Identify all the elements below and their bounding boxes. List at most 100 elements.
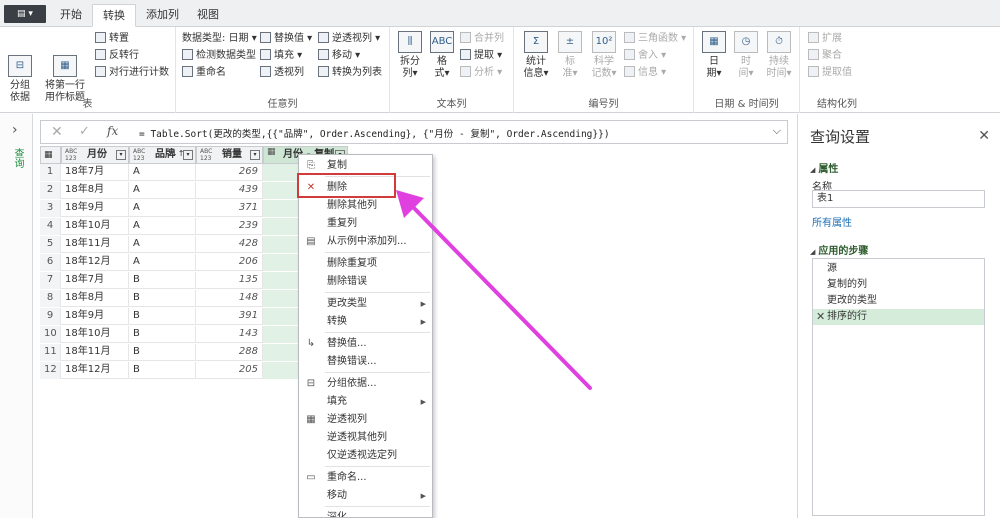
format-button[interactable]: ABC 格 式▾ [428, 31, 456, 80]
sales-cell[interactable]: 206 [196, 254, 263, 271]
brand-cell[interactable]: B [129, 272, 196, 289]
sales-cell[interactable]: 371 [196, 200, 263, 217]
reverse-rows-button[interactable]: 反转行 [95, 48, 139, 64]
move-button[interactable]: 移动 ▾ [318, 48, 360, 64]
queries-vertical-label[interactable]: 查询 [10, 148, 25, 168]
statistics-button[interactable]: Σ 统计 信息▾ [520, 31, 552, 80]
replace-values-button[interactable]: 替换值 ▾ [260, 31, 312, 47]
filter-dropdown-icon[interactable]: ▾ [116, 150, 126, 160]
unpivot-button[interactable]: 逆透视列 ▾ [318, 31, 380, 47]
brand-cell[interactable]: B [129, 308, 196, 325]
month-cell[interactable]: 18年9月 [61, 200, 129, 217]
menu-item-add-column-from-examples[interactable]: ▤ 从示例中添加列... [299, 233, 432, 251]
menu-item-remove-duplicates[interactable]: 删除重复项 [299, 255, 432, 273]
close-icon[interactable]: ✕ [978, 128, 990, 144]
brand-cell[interactable]: A [129, 164, 196, 181]
brand-cell[interactable]: A [129, 218, 196, 235]
sales-cell[interactable]: 135 [196, 272, 263, 289]
data-type-dropdown[interactable]: 数据类型: 日期 ▾ [182, 31, 257, 47]
month-cell[interactable]: 18年9月 [61, 308, 129, 325]
menu-item-move[interactable]: 移动 ▶ [299, 487, 432, 505]
menu-item-drill-down[interactable]: 深化 [299, 509, 432, 517]
month-cell[interactable]: 18年8月 [61, 182, 129, 199]
month-cell[interactable]: 18年10月 [61, 326, 129, 343]
month-cell[interactable]: 18年11月 [61, 236, 129, 253]
sales-cell[interactable]: 143 [196, 326, 263, 343]
aggregate-button[interactable]: 聚合 [808, 48, 842, 64]
menu-item-remove-other-columns[interactable]: 删除其他列 [299, 197, 432, 215]
month-cell[interactable]: 18年12月 [61, 362, 129, 379]
rename-button[interactable]: 重命名 [182, 65, 226, 81]
sales-cell[interactable]: 439 [196, 182, 263, 199]
brand-cell[interactable]: A [129, 182, 196, 199]
month-cell[interactable]: 18年7月 [61, 164, 129, 181]
menu-item-unpivot-other-columns[interactable]: 逆透视其他列 [299, 429, 432, 447]
table-select-all[interactable]: ▦ [40, 146, 61, 164]
detect-type-button[interactable]: 检测数据类型 [182, 48, 256, 64]
brand-cell[interactable]: B [129, 326, 196, 343]
rounding-button[interactable]: 舍入 ▾ [624, 48, 666, 64]
column-header-month[interactable]: ABC 123 月份 ▾ [61, 146, 129, 164]
cancel-icon[interactable]: ✕ [51, 124, 63, 140]
menu-item-transform[interactable]: 转换 ▶ [299, 313, 432, 331]
step-duplicated-column[interactable]: 复制的列 [813, 277, 984, 293]
column-header-brand[interactable]: ABC 123 品牌 ↓↑ ▾ [129, 146, 196, 164]
menu-item-remove-errors[interactable]: 删除错误 [299, 273, 432, 291]
all-properties-link[interactable]: 所有属性 [812, 214, 852, 229]
brand-cell[interactable]: B [129, 362, 196, 379]
transpose-button[interactable]: 转置 [95, 31, 129, 47]
fill-button[interactable]: 填充 ▾ [260, 48, 302, 64]
query-name-input[interactable]: 表1 [812, 190, 985, 208]
properties-section-header[interactable]: ◢ 属性 [810, 160, 838, 175]
menu-item-unpivot-columns[interactable]: ▦ 逆透视列 [299, 411, 432, 429]
step-changed-type[interactable]: 更改的类型 [813, 293, 984, 309]
formula-input[interactable]: = Table.Sort(更改的类型,{{"品牌", Order.Ascendi… [139, 126, 610, 140]
column-header-sales[interactable]: ABC 123 销量 ▾ [196, 146, 263, 164]
scientific-button[interactable]: 10² 科学 记数▾ [588, 31, 620, 80]
step-sorted-rows[interactable]: ✕ 排序的行 [813, 309, 984, 325]
menu-item-fill[interactable]: 填充 ▶ [299, 393, 432, 411]
time-button[interactable]: ◷ 时 间▾ [732, 31, 760, 80]
sales-cell[interactable]: 269 [196, 164, 263, 181]
extract-button[interactable]: 提取 ▾ [460, 48, 502, 64]
sales-cell[interactable]: 205 [196, 362, 263, 379]
filter-dropdown-icon[interactable]: ▾ [183, 150, 193, 160]
type-any-icon[interactable]: ABC 123 [65, 148, 77, 162]
chevron-down-icon[interactable]: ⌵ [773, 124, 781, 138]
tab-view[interactable]: 视图 [187, 4, 229, 27]
delete-step-icon[interactable]: ✕ [816, 309, 825, 325]
tab-transform[interactable]: 转换 [92, 4, 136, 27]
parse-button[interactable]: 分析 ▾ [460, 65, 502, 81]
trig-button[interactable]: 三角函数 ▾ [624, 31, 686, 47]
filter-dropdown-icon[interactable]: ▾ [250, 150, 260, 160]
step-source[interactable]: 源 [813, 261, 984, 277]
merge-columns-button[interactable]: 合并列 [460, 31, 504, 47]
menu-item-unpivot-selected-only[interactable]: 仅逆透视选定列 [299, 447, 432, 465]
extract-values-button[interactable]: 提取值 [808, 65, 852, 81]
brand-cell[interactable]: A [129, 236, 196, 253]
brand-cell[interactable]: B [129, 290, 196, 307]
applied-steps-section-header[interactable]: ◢ 应用的步骤 [810, 242, 868, 257]
type-any-icon[interactable]: ABC 123 [200, 148, 212, 162]
confirm-icon[interactable]: ✓ [79, 124, 90, 139]
split-column-button[interactable]: ⫼ 拆分 列▾ [396, 31, 424, 80]
pivot-button[interactable]: 透视列 [260, 65, 304, 81]
date-button[interactable]: ▦ 日 期▾ [700, 31, 728, 80]
expand-chevron-icon[interactable]: › [12, 122, 18, 138]
file-menu-button[interactable]: ▤ ▾ [4, 5, 46, 23]
duration-button[interactable]: ⏱ 持续 时间▾ [764, 31, 794, 80]
month-cell[interactable]: 18年12月 [61, 254, 129, 271]
sales-cell[interactable]: 391 [196, 308, 263, 325]
month-cell[interactable]: 18年8月 [61, 290, 129, 307]
sales-cell[interactable]: 288 [196, 344, 263, 361]
month-cell[interactable]: 18年10月 [61, 218, 129, 235]
month-cell[interactable]: 18年11月 [61, 344, 129, 361]
count-rows-button[interactable]: 对行进行计数 [95, 65, 169, 81]
menu-item-group-by[interactable]: ⊟ 分组依据... [299, 375, 432, 393]
brand-cell[interactable]: A [129, 200, 196, 217]
menu-item-rename[interactable]: ▭ 重命名... [299, 469, 432, 487]
month-cell[interactable]: 18年7月 [61, 272, 129, 289]
sales-cell[interactable]: 148 [196, 290, 263, 307]
sales-cell[interactable]: 428 [196, 236, 263, 253]
expand-button[interactable]: 扩展 [808, 31, 842, 47]
